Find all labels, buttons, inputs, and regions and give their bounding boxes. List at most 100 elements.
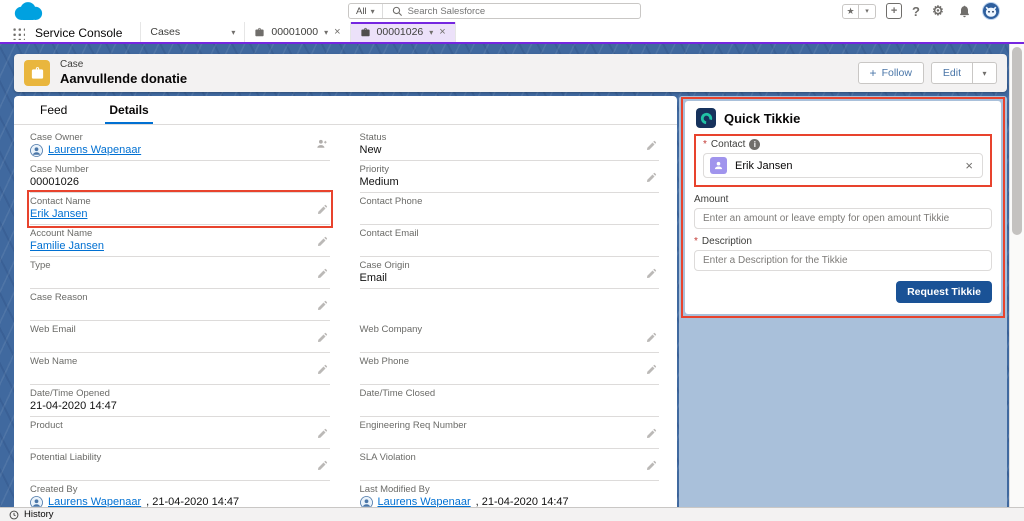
search-scope-selector[interactable]: All ▾: [349, 4, 383, 18]
field-label: Priority: [360, 164, 640, 175]
field-web-name: Web Name: [30, 353, 330, 385]
change-owner-icon[interactable]: [316, 137, 328, 155]
global-add-icon[interactable]: +: [886, 3, 902, 19]
field-label: Contact Email: [360, 228, 640, 239]
case-briefcase-icon: [360, 27, 371, 38]
record-entity-label: Case: [60, 59, 83, 70]
utility-bar: History: [0, 507, 1024, 521]
quick-tikkie-highlight-box: Quick Tikkie * Contact i Erik Jansen ×: [681, 97, 1005, 318]
tab-feed[interactable]: Feed: [40, 103, 67, 124]
description-input[interactable]: [694, 250, 992, 271]
edit-pencil-icon[interactable]: [646, 138, 657, 156]
field-case-number: Case Number00001026: [30, 161, 330, 193]
follow-button[interactable]: + Follow: [858, 62, 924, 84]
edit-pencil-icon[interactable]: [317, 426, 328, 444]
plus-icon: +: [870, 66, 877, 80]
vertical-scrollbar[interactable]: [1009, 44, 1024, 507]
detail-fields-grid: Case OwnerLaurens WapenaarStatusNewCase …: [14, 125, 677, 507]
edit-pencil-icon[interactable]: [317, 266, 328, 284]
field-value-link[interactable]: Laurens Wapenaar: [378, 496, 471, 507]
request-tikkie-button[interactable]: Request Tikkie: [896, 281, 992, 303]
field-contact-email: Contact Email: [360, 225, 660, 257]
search-icon: [392, 6, 403, 17]
field-value: New: [360, 144, 382, 157]
field-priority: PriorityMedium: [360, 161, 660, 193]
user-avatar[interactable]: [982, 2, 1000, 20]
field-label: Type: [30, 260, 310, 271]
chevron-down-icon[interactable]: ▾: [231, 28, 235, 37]
record-detail-card: Feed Details Case OwnerLaurens WapenaarS…: [14, 96, 677, 507]
field-label: Engineering Req Number: [360, 420, 640, 431]
field-label: Case Origin: [360, 260, 640, 271]
favorites-star-icon[interactable]: ★: [842, 4, 859, 19]
record-tabs: Feed Details: [14, 96, 677, 125]
search-input[interactable]: [408, 6, 640, 17]
field-label: Case Number: [30, 164, 310, 175]
edit-pencil-icon[interactable]: [317, 458, 328, 476]
remove-contact-icon[interactable]: ×: [965, 159, 973, 172]
favorites-caret-icon[interactable]: ▾: [859, 4, 876, 19]
case-briefcase-icon: [254, 27, 265, 38]
field-label: SLA Violation: [360, 452, 640, 463]
close-tab-icon[interactable]: ×: [439, 27, 445, 38]
info-icon[interactable]: i: [749, 139, 760, 150]
nav-tab-00001026[interactable]: 00001026 ▾ ×: [350, 22, 456, 42]
app-launcher-icon[interactable]: [12, 27, 25, 40]
quick-tikkie-panel: Quick Tikkie * Contact i Erik Jansen ×: [685, 101, 1001, 314]
field-contact-phone: Contact Phone: [360, 193, 660, 225]
edit-pencil-icon[interactable]: [317, 330, 328, 348]
field-value-link[interactable]: Laurens Wapenaar: [48, 496, 141, 507]
field-value: Medium: [360, 176, 399, 189]
edit-pencil-icon[interactable]: [646, 330, 657, 348]
field-web-company: Web Company: [360, 321, 660, 353]
field-product: Product: [30, 417, 330, 449]
edit-pencil-icon[interactable]: [317, 362, 328, 380]
edit-pencil-icon[interactable]: [646, 458, 657, 476]
case-entity-icon: [24, 60, 50, 86]
help-icon[interactable]: ?: [912, 3, 920, 19]
required-marker: *: [703, 139, 707, 150]
edit-pencil-icon[interactable]: [646, 266, 657, 284]
field-value-link[interactable]: Familie Jansen: [30, 240, 104, 253]
edit-pencil-icon[interactable]: [317, 202, 328, 220]
favorites-control: ★ ▾: [842, 4, 876, 19]
close-tab-icon[interactable]: ×: [334, 27, 340, 38]
field-engineering-req-number: Engineering Req Number: [360, 417, 660, 449]
edit-pencil-icon[interactable]: [646, 426, 657, 444]
tab-details[interactable]: Details: [109, 103, 148, 124]
contact-combobox[interactable]: Erik Jansen ×: [703, 153, 983, 178]
notifications-bell-icon[interactable]: [956, 3, 972, 19]
amount-input[interactable]: [694, 208, 992, 229]
field-web-email: Web Email: [30, 321, 330, 353]
field-label: Contact Phone: [360, 196, 640, 207]
chevron-down-icon[interactable]: ▾: [324, 28, 328, 37]
setup-gear-icon[interactable]: ⚙: [930, 3, 946, 19]
field-value-link[interactable]: Erik Jansen: [30, 208, 87, 221]
chevron-down-icon: ▾: [371, 7, 375, 16]
field-value-date: , 21-04-2020 14:47: [146, 496, 239, 507]
edit-pencil-icon[interactable]: [646, 170, 657, 188]
scrollbar-thumb[interactable]: [1012, 47, 1022, 235]
history-utility-item[interactable]: History: [24, 509, 54, 520]
field-value-link[interactable]: Laurens Wapenaar: [48, 144, 141, 157]
chevron-down-icon[interactable]: ▾: [429, 28, 433, 37]
field-label: Web Phone: [360, 356, 640, 367]
console-tab-bar: Service Console Cases ▾ 00001000 ▾ × 000…: [0, 22, 1024, 44]
edit-pencil-icon[interactable]: [646, 362, 657, 380]
selected-contact-name: Erik Jansen: [735, 160, 957, 172]
app-name[interactable]: Service Console: [35, 22, 122, 42]
edit-button[interactable]: Edit: [931, 62, 973, 84]
nav-tab-cases[interactable]: Cases ▾: [140, 22, 244, 42]
field-case-origin: Case OriginEmail: [360, 257, 660, 289]
nav-tab-00001000[interactable]: 00001000 ▾ ×: [244, 22, 349, 42]
field-account-name: Account NameFamilie Jansen: [30, 225, 330, 257]
more-actions-caret-icon[interactable]: ▾: [973, 62, 997, 84]
record-title: Aanvullende donatie: [60, 71, 187, 86]
amount-field-label: Amount: [694, 194, 728, 205]
edit-pencil-icon[interactable]: [317, 298, 328, 316]
global-search[interactable]: All ▾: [348, 3, 641, 19]
field-last-modified-by: Last Modified ByLaurens Wapenaar, 21-04-…: [360, 481, 660, 507]
header-actions: ★ ▾ + ? ⚙: [842, 2, 1000, 20]
edit-pencil-icon[interactable]: [317, 234, 328, 252]
field-status: StatusNew: [360, 129, 660, 161]
